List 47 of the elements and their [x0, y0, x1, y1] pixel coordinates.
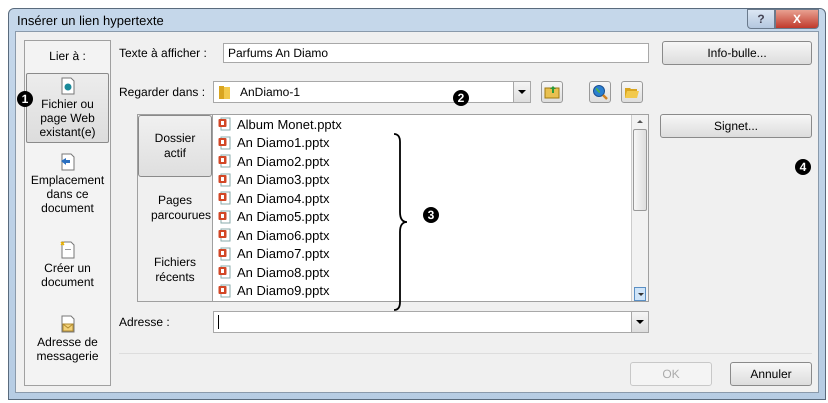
browse-tab[interactable]: Fichiers récents	[138, 239, 212, 301]
display-text-field[interactable]: Parfums An Diamo	[223, 43, 649, 63]
presentation-file-icon	[218, 191, 231, 206]
open-folder-button[interactable]	[621, 81, 643, 103]
file-item[interactable]: Album Monet.pptx	[213, 115, 342, 134]
file-item[interactable]: An Diamo2.pptx	[213, 152, 330, 170]
open-folder-icon	[624, 85, 640, 99]
display-text-label: Texte à afficher :	[119, 46, 208, 60]
envelope-document-icon	[60, 315, 76, 333]
presentation-file-icon	[218, 284, 231, 298]
link-type-item[interactable]: Emplacement dans ce document	[26, 149, 109, 219]
look-in-label: Regarder dans :	[119, 85, 206, 99]
presentation-file-icon	[218, 228, 231, 242]
file-item[interactable]: An Diamo5.pptx	[213, 208, 330, 226]
presentation-file-icon	[218, 210, 231, 224]
file-item[interactable]: An Diamo6.pptx	[213, 226, 330, 244]
window-title: Insérer un lien hypertexte	[17, 12, 164, 28]
presentation-file-icon	[218, 136, 231, 150]
document-globe-icon	[60, 77, 76, 95]
tooltip-button[interactable]: Info-bulle...	[662, 41, 812, 65]
file-item[interactable]: An Diamo3.pptx	[213, 170, 330, 189]
presentation-file-icon	[218, 154, 231, 168]
link-type-item[interactable]: Adresse de messagerie	[26, 311, 109, 367]
address-field[interactable]	[213, 311, 649, 333]
address-label: Adresse :	[119, 315, 171, 329]
presentation-file-icon	[218, 172, 231, 187]
presentation-file-icon	[218, 265, 231, 280]
folder-up-button[interactable]	[541, 81, 563, 103]
web-search-button[interactable]	[589, 81, 611, 103]
file-item[interactable]: An Diamo7.pptx	[213, 244, 330, 263]
folder-up-icon	[544, 85, 560, 99]
file-item[interactable]: An Diamo4.pptx	[213, 189, 330, 208]
file-item[interactable]: An Diamo9.pptx	[213, 282, 330, 300]
scrollbar[interactable]	[631, 115, 648, 301]
link-type-item[interactable]: Créer un document	[26, 237, 109, 293]
link-to-label: Lier à :	[48, 48, 87, 65]
browse-tab[interactable]: Pages parcourues	[138, 177, 212, 239]
presentation-file-icon	[218, 246, 231, 261]
file-item[interactable]: An Diamo8.pptx	[213, 263, 330, 282]
bookmark-button[interactable]: Signet...	[660, 114, 812, 138]
browse-tab[interactable]: Dossier actif	[138, 115, 212, 177]
help-button[interactable]: ?	[747, 9, 775, 29]
file-item[interactable]: An Diamo1.pptx	[213, 134, 330, 152]
cancel-button[interactable]: Annuler	[730, 362, 812, 386]
folder-icon	[218, 84, 232, 100]
globe-magnifier-icon	[592, 84, 608, 100]
new-document-icon	[60, 241, 76, 259]
